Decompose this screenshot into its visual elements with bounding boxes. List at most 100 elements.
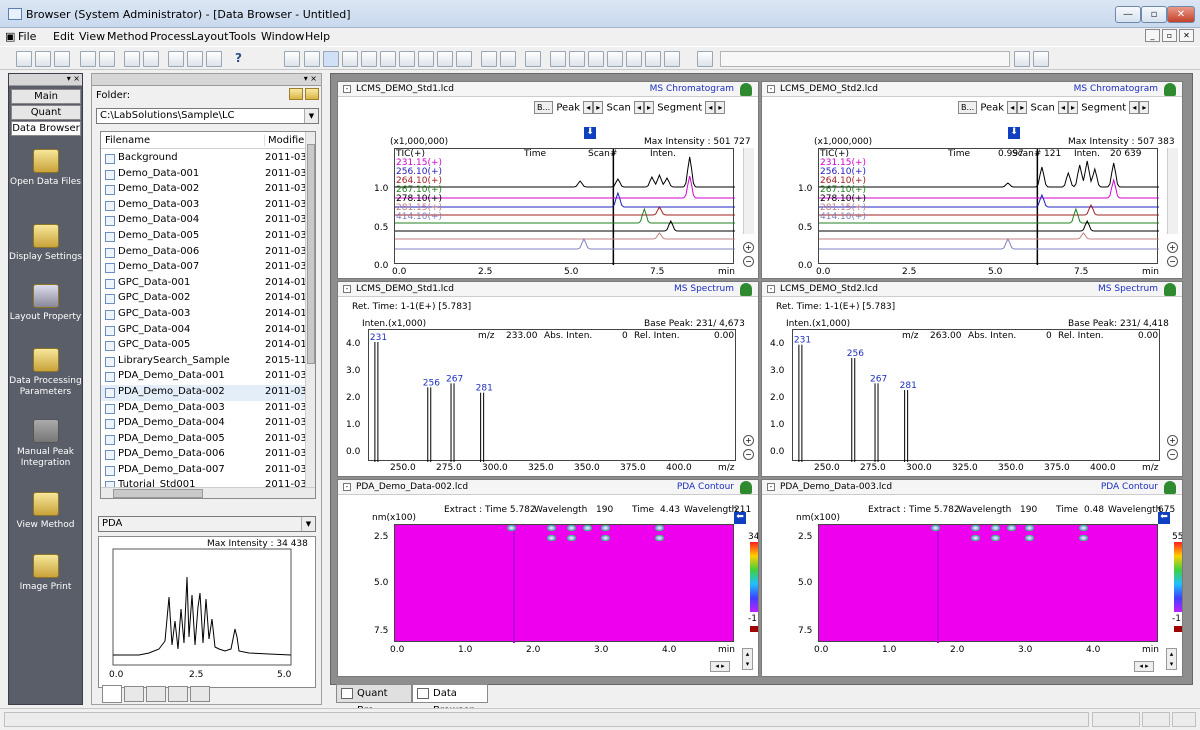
file-row[interactable]: GPC_Data-005 2014-01 bbox=[101, 338, 307, 354]
pin-icon[interactable] bbox=[740, 83, 752, 96]
center-pane-icon[interactable] bbox=[187, 51, 203, 67]
file-row[interactable]: PDA_Demo_Data-004 2011-03 bbox=[101, 416, 307, 432]
menu-help[interactable]: Help bbox=[305, 30, 330, 43]
nav-layout-property[interactable]: Layout Property bbox=[9, 284, 82, 323]
chromatogram-vscroll[interactable] bbox=[743, 148, 754, 234]
b-button[interactable]: B... bbox=[958, 101, 978, 114]
tab-main[interactable]: Main bbox=[11, 89, 81, 104]
tab-quant-browser[interactable]: Quant Browser bbox=[11, 105, 81, 131]
nav-image-print[interactable]: Image Print bbox=[9, 554, 82, 593]
color-icon[interactable] bbox=[664, 51, 680, 67]
scan-next-button[interactable]: ▸ bbox=[1067, 101, 1078, 114]
marker-arrow-icon[interactable]: ⬇ bbox=[1008, 127, 1020, 139]
contour-plot[interactable] bbox=[394, 524, 734, 643]
pin-tool-icon[interactable] bbox=[697, 51, 713, 67]
collapse-icon[interactable]: - bbox=[343, 85, 351, 93]
tab-data-icon[interactable] bbox=[102, 685, 122, 703]
zoom-out-y-icon[interactable] bbox=[569, 51, 585, 67]
nav-data-processing-parameters[interactable]: Data Processing Parameters bbox=[9, 348, 82, 398]
help-icon[interactable]: ? bbox=[235, 51, 242, 65]
nav-display-settings[interactable]: Display Settings bbox=[9, 224, 82, 263]
zoom-out-icon[interactable]: − bbox=[1167, 449, 1178, 460]
new-icon[interactable] bbox=[16, 51, 32, 67]
data-explorer-header[interactable]: ▾ × bbox=[92, 74, 321, 86]
pda-icon[interactable] bbox=[304, 51, 320, 67]
collapse-icon[interactable]: - bbox=[343, 285, 351, 293]
segment-prev-button[interactable]: ◂ bbox=[1129, 101, 1140, 114]
nav-manual-peak-integration[interactable]: Manual Peak Integration bbox=[9, 419, 82, 469]
file-list-hscroll[interactable] bbox=[101, 487, 315, 498]
file-row[interactable]: GPC_Data-003 2014-01 bbox=[101, 307, 307, 323]
file-row[interactable]: LibrarySearch_Sample 2015-11 bbox=[101, 354, 307, 370]
segment-next-button[interactable]: ▸ bbox=[1139, 101, 1150, 114]
scan-next-button[interactable]: ▸ bbox=[643, 101, 654, 114]
file-row[interactable]: PDA_Demo_Data-007 2011-03 bbox=[101, 463, 307, 479]
print-preview-icon[interactable] bbox=[99, 51, 115, 67]
scan-prev-button[interactable]: ◂ bbox=[633, 101, 644, 114]
zoom-in-icon[interactable]: + bbox=[743, 242, 754, 253]
detector-select[interactable]: PDA ▼ bbox=[98, 516, 316, 532]
peak-next-button[interactable]: ▸ bbox=[593, 101, 604, 114]
file-row[interactable]: Demo_Data-006 2011-03 bbox=[101, 245, 307, 261]
minimize-button[interactable]: — bbox=[1115, 6, 1141, 23]
column-modified[interactable]: Modifie bbox=[264, 135, 304, 146]
file-row[interactable]: PDA_Demo_Data-002 2011-03 bbox=[101, 384, 307, 401]
scroll-left-right-button[interactable]: ◂ ▸ bbox=[710, 661, 730, 672]
pin-icon[interactable] bbox=[1164, 283, 1176, 296]
ms-table-icon[interactable] bbox=[437, 51, 453, 67]
ms-chromatogram-icon[interactable] bbox=[323, 51, 339, 67]
peak-label-icon[interactable] bbox=[588, 51, 604, 67]
tab-data-browser[interactable]: Data Browser bbox=[11, 121, 81, 136]
zoom-in-icon[interactable]: + bbox=[1167, 242, 1178, 253]
baseline-icon[interactable] bbox=[500, 51, 516, 67]
scroll-left-right-button[interactable]: ◂ ▸ bbox=[1134, 661, 1154, 672]
zoom-out-icon[interactable]: − bbox=[743, 449, 754, 460]
pda-spectrum-icon[interactable] bbox=[418, 51, 434, 67]
spectrum-plot[interactable]: 231256267281414 bbox=[792, 329, 1160, 462]
lock-icon[interactable] bbox=[1014, 51, 1030, 67]
chromatogram-plot[interactable] bbox=[394, 148, 735, 265]
link-window-icon[interactable] bbox=[525, 51, 541, 67]
pin-icon[interactable] bbox=[740, 481, 752, 494]
edit-icon[interactable] bbox=[456, 51, 472, 67]
menu-file[interactable]: File bbox=[18, 30, 36, 43]
scroll-up-down-button[interactable]: ▴ ▾ bbox=[1166, 648, 1177, 670]
folder-path-select[interactable]: C:\LabSolutions\Sample\LC ▼ bbox=[96, 108, 319, 124]
contour-icon[interactable] bbox=[380, 51, 396, 67]
column-filename[interactable]: Filename bbox=[105, 135, 150, 146]
tab-quant-icon[interactable] bbox=[190, 686, 210, 702]
toolbar-field[interactable] bbox=[720, 51, 1010, 67]
doc-icon[interactable]: ▣ bbox=[5, 30, 15, 43]
scan-prev-button[interactable]: ◂ bbox=[1057, 101, 1068, 114]
peak-prev-button[interactable]: ◂ bbox=[583, 101, 594, 114]
collapse-icon[interactable]: - bbox=[343, 483, 351, 491]
file-list-vscroll[interactable] bbox=[305, 132, 315, 487]
zoom-out-icon[interactable]: − bbox=[743, 256, 754, 267]
marker-arrow-icon[interactable]: ⬇ bbox=[584, 127, 596, 139]
menu-tools[interactable]: Tools bbox=[229, 30, 256, 43]
scroll-up-down-button[interactable]: ▴ ▾ bbox=[742, 648, 753, 670]
file-row[interactable]: GPC_Data-001 2014-01 bbox=[101, 276, 307, 292]
zoom-in-icon[interactable]: + bbox=[743, 435, 754, 446]
unlock-icon[interactable] bbox=[1033, 51, 1049, 67]
menu-method[interactable]: Method bbox=[107, 30, 148, 43]
tab-method-icon[interactable] bbox=[124, 686, 144, 702]
maximize-button[interactable]: ▫ bbox=[1141, 6, 1167, 23]
menu-view[interactable]: View bbox=[79, 30, 105, 43]
segment-prev-button[interactable]: ◂ bbox=[705, 101, 716, 114]
pin-icon[interactable] bbox=[1164, 83, 1176, 96]
peak-next-button[interactable]: ▸ bbox=[1017, 101, 1028, 114]
mdi-restore-button[interactable]: ▫ bbox=[1162, 29, 1177, 42]
add-peak-icon[interactable] bbox=[481, 51, 497, 67]
chevron-down-icon[interactable]: ▼ bbox=[301, 517, 315, 531]
collapse-icon[interactable]: - bbox=[767, 285, 775, 293]
zoom-in-icon[interactable]: + bbox=[1167, 435, 1178, 446]
collapse-icon[interactable]: - bbox=[767, 483, 775, 491]
folder-up-icon[interactable] bbox=[289, 88, 303, 100]
tab-data-browser-window[interactable]: Data Browser bbox=[412, 684, 488, 716]
peak-prev-button[interactable]: ◂ bbox=[1007, 101, 1018, 114]
file-row[interactable]: GPC_Data-002 2014-01 bbox=[101, 291, 307, 307]
file-row[interactable]: PDA_Demo_Data-003 2011-03 bbox=[101, 401, 307, 417]
chevron-down-icon[interactable]: ▼ bbox=[304, 109, 318, 123]
file-row[interactable]: Demo_Data-001 2011-03 bbox=[101, 167, 307, 183]
